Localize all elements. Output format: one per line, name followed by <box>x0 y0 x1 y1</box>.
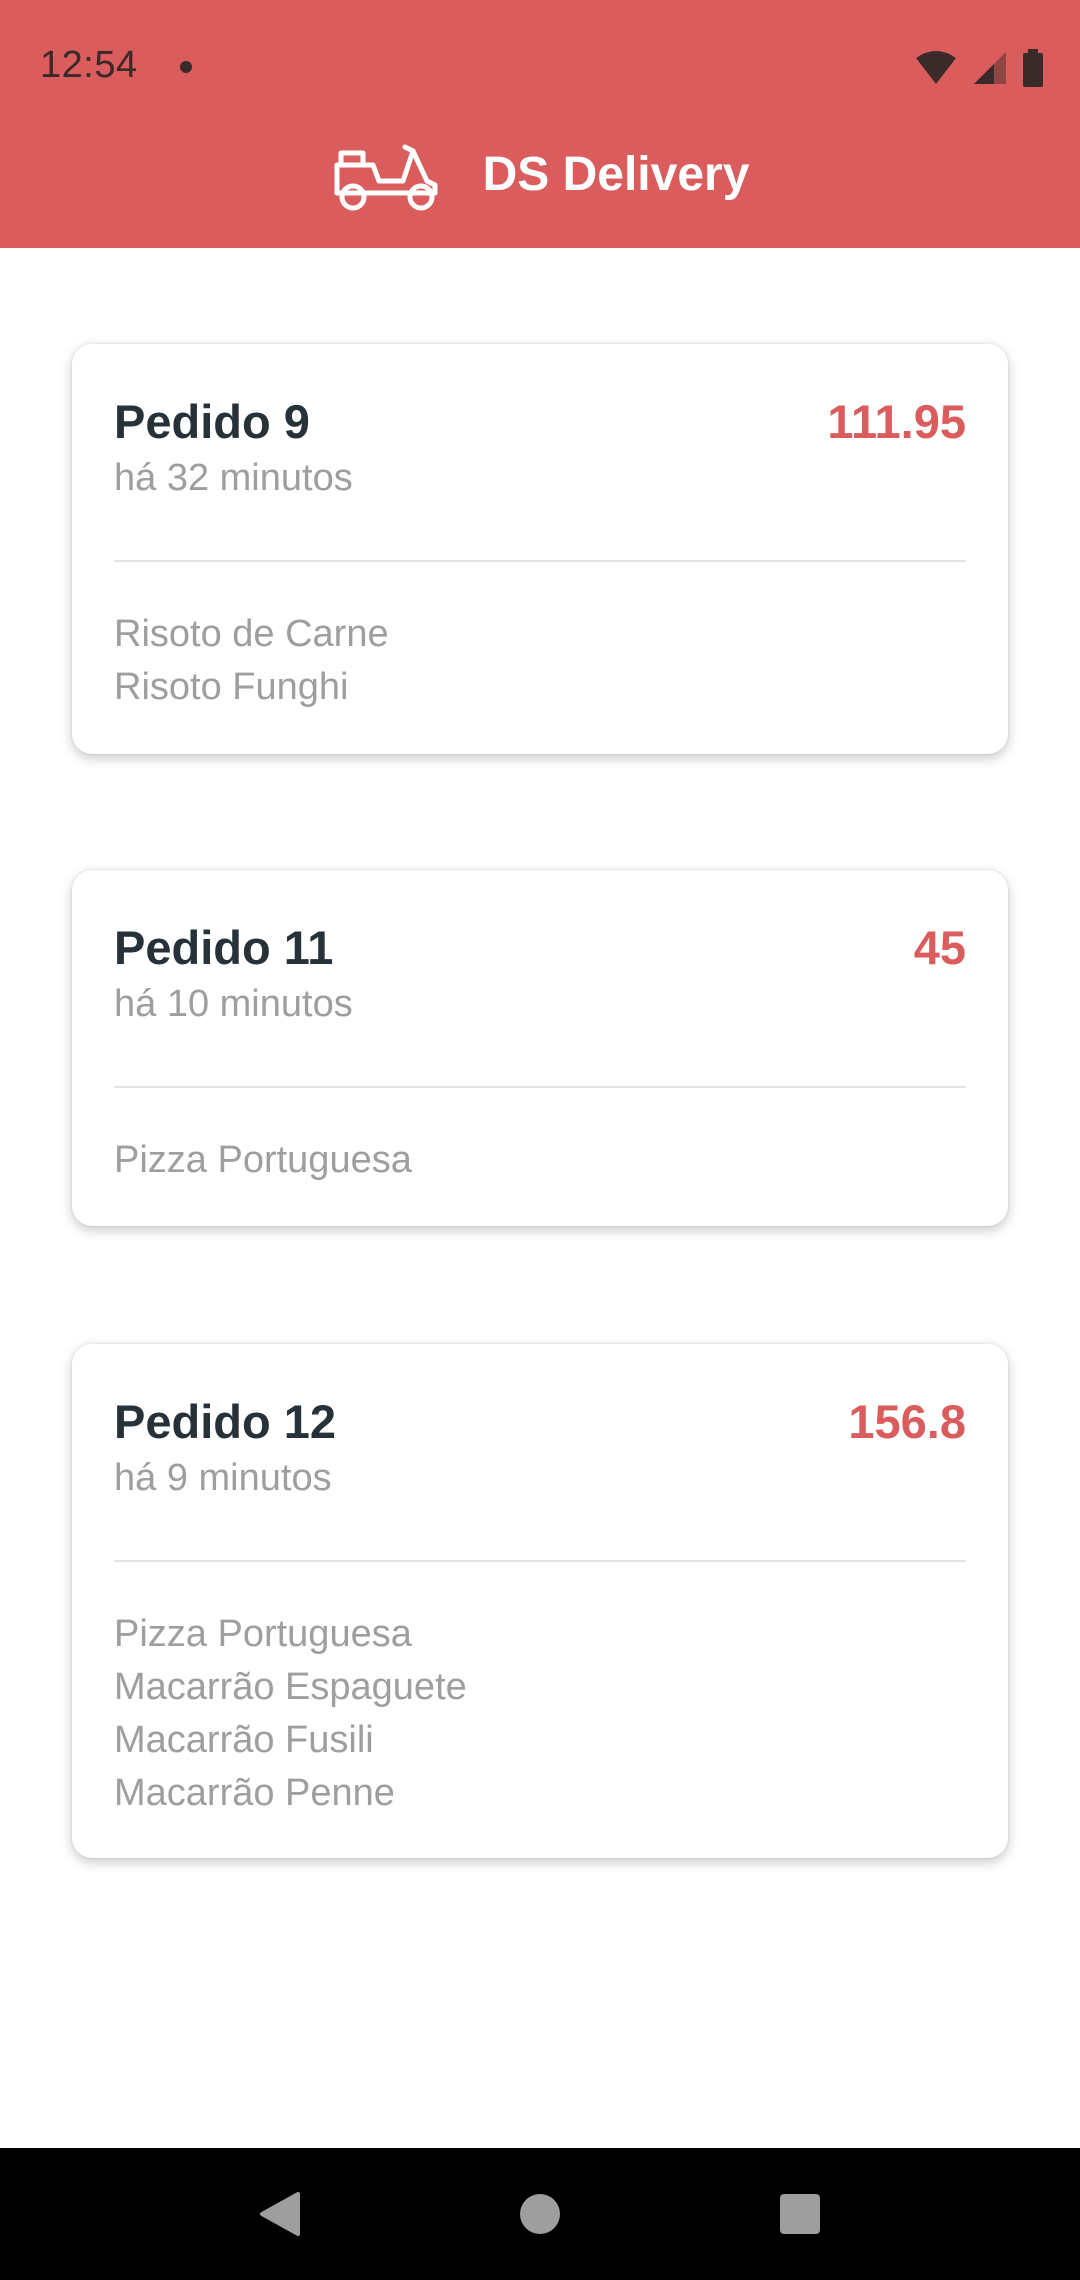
order-item: Macarrão Fusili <box>114 1719 374 1761</box>
order-time-ago: há 9 minutos <box>114 1457 332 1499</box>
wifi-icon <box>916 51 956 84</box>
order-items: Risoto de Carne Risoto Funghi <box>114 562 966 714</box>
order-price: 111.95 <box>827 395 966 448</box>
order-card-header: Pedido 11 45 <box>114 920 966 976</box>
order-time-ago: há 32 minutos <box>114 457 353 499</box>
back-button[interactable] <box>240 2174 320 2254</box>
order-title: Pedido 11 <box>114 921 334 974</box>
order-items: Pizza Portuguesa <box>114 1088 966 1187</box>
system-navigation-bar <box>0 2148 1080 2280</box>
scooter-icon <box>334 144 438 211</box>
home-button[interactable] <box>500 2174 580 2254</box>
status-time: 12:54 <box>40 44 138 86</box>
order-card[interactable]: Pedido 12 156.8 há 9 minutos Pizza Portu… <box>72 1344 1008 1858</box>
order-card[interactable]: Pedido 11 45 há 10 minutos Pizza Portugu… <box>72 870 1008 1226</box>
order-item: Pizza Portuguesa <box>114 1613 412 1655</box>
order-card[interactable]: Pedido 9 111.95 há 32 minutos Risoto de … <box>72 344 1008 754</box>
notification-dot-icon <box>180 61 192 73</box>
status-bar: 12:54 <box>0 0 1080 136</box>
order-price: 156.8 <box>848 1395 966 1448</box>
order-title: Pedido 9 <box>114 395 310 448</box>
order-card-header: Pedido 9 111.95 <box>114 394 966 450</box>
order-item: Risoto Funghi <box>114 666 349 708</box>
order-items: Pizza Portuguesa Macarrão Espaguete Maca… <box>114 1562 966 1820</box>
order-item: Pizza Portuguesa <box>114 1139 412 1181</box>
app-title-bar: DS Delivery <box>0 134 1080 214</box>
order-time-ago: há 10 minutos <box>114 983 353 1025</box>
cellular-signal-icon <box>974 52 1006 84</box>
order-price: 45 <box>913 921 966 974</box>
order-item: Macarrão Penne <box>114 1772 395 1814</box>
recents-square-icon <box>780 2194 820 2234</box>
order-card-header: Pedido 12 156.8 <box>114 1394 966 1450</box>
back-triangle-icon <box>260 2192 300 2236</box>
home-circle-icon <box>520 2194 560 2234</box>
app-title: DS Delivery <box>482 147 750 201</box>
order-item: Risoto de Carne <box>114 613 389 655</box>
order-item: Macarrão Espaguete <box>114 1666 467 1708</box>
order-title: Pedido 12 <box>114 1395 337 1448</box>
status-icons <box>914 48 1044 88</box>
battery-icon <box>1023 49 1043 87</box>
recents-button[interactable] <box>760 2174 840 2254</box>
app-header: 12:54 DS Delivery <box>0 0 1080 248</box>
